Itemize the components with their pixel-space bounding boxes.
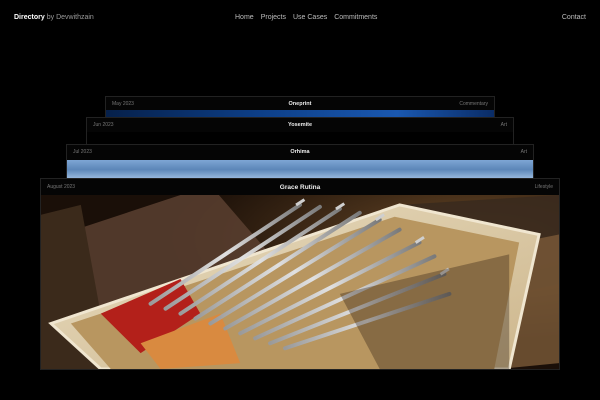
card-category: Lifestyle xyxy=(534,184,553,190)
card-image xyxy=(87,132,513,144)
card-image xyxy=(67,160,533,179)
card-image-tarot xyxy=(41,195,559,369)
tarot-photo xyxy=(41,195,559,369)
card-header: Jul 2023 Orhima Art xyxy=(67,145,533,158)
project-card-grace-rutina[interactable]: August 2023 Grace Rutina Lifestyle xyxy=(40,178,560,370)
nav-link-commitments[interactable]: Commitments xyxy=(334,12,377,24)
card-header: Jun 2023 Yosemite Art xyxy=(87,118,513,131)
nav-link-home[interactable]: Home xyxy=(235,12,254,24)
card-category: Commentary xyxy=(459,100,488,107)
brand-logo[interactable]: Directory by Devwithzain xyxy=(14,12,94,24)
card-category: Art xyxy=(500,121,507,128)
card-title: Orhima xyxy=(290,148,310,155)
card-category: Art xyxy=(520,148,527,155)
card-header: August 2023 Grace Rutina Lifestyle xyxy=(41,179,559,195)
card-title: Yosemite xyxy=(287,121,313,128)
nav-links: Home Projects Use Cases Commitments xyxy=(235,12,377,24)
nav-link-use-cases[interactable]: Use Cases xyxy=(293,12,327,24)
card-title: Oneprint xyxy=(288,100,312,107)
project-card-orhima[interactable]: Jul 2023 Orhima Art xyxy=(66,144,534,180)
top-nav: Directory by Devwithzain Home Projects Us… xyxy=(14,12,586,26)
card-header: May 2023 Oneprint Commentary xyxy=(106,97,494,110)
nav-link-projects[interactable]: Projects xyxy=(261,12,286,24)
brand-name: Directory xyxy=(14,14,45,21)
contact-link[interactable]: Contact xyxy=(562,12,586,24)
brand-byline: by Devwithzain xyxy=(46,14,94,21)
card-title: Grace Rutina xyxy=(279,183,321,191)
project-card-yosemite[interactable]: Jun 2023 Yosemite Art xyxy=(86,117,514,145)
